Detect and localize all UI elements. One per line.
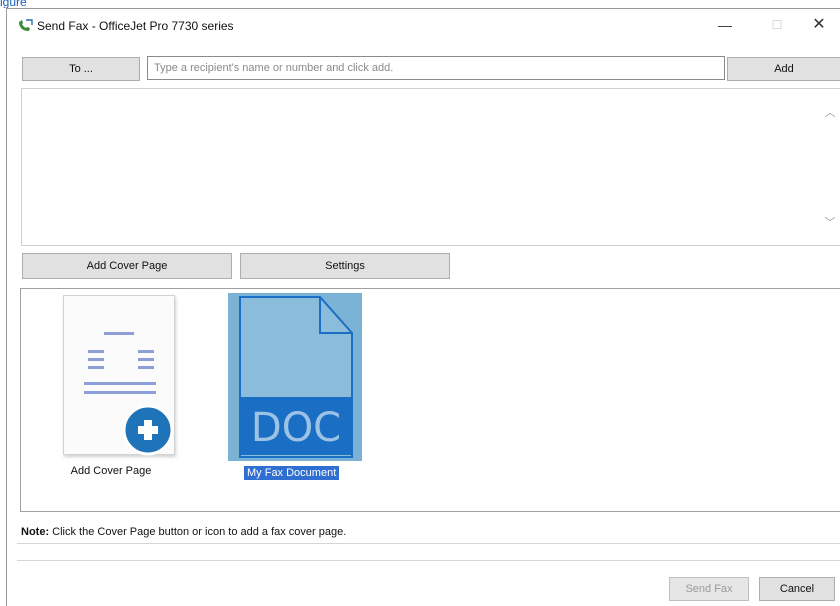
cover-page-add-icon <box>84 332 174 456</box>
add-recipient-button[interactable]: Add <box>727 57 840 81</box>
documents-panel: Add Cover Page DOC My Fax Document <box>20 288 840 512</box>
add-cover-page-button[interactable]: Add Cover Page <box>22 253 232 279</box>
cancel-button[interactable]: Cancel <box>759 577 835 601</box>
doc-file-icon: DOC <box>239 296 353 458</box>
cover-page-caption: Add Cover Page <box>70 465 152 477</box>
add-cover-page-item[interactable]: Add Cover Page <box>41 295 181 485</box>
divider <box>17 560 840 561</box>
maximize-button[interactable]: ☐ <box>755 13 799 39</box>
background-caption-fragment: igure <box>0 0 840 8</box>
scroll-down-chevron-icon[interactable]: ﹀ <box>824 217 836 229</box>
fax-document-item[interactable]: DOC My Fax Document <box>226 293 374 489</box>
document-thumbnail[interactable]: DOC <box>228 293 362 461</box>
document-caption: My Fax Document <box>244 466 340 480</box>
settings-button[interactable]: Settings <box>240 253 450 279</box>
cover-page-thumbnail[interactable] <box>63 295 175 456</box>
note-text: Click the Cover Page button or icon to a… <box>49 526 347 538</box>
recipient-input[interactable] <box>147 56 725 80</box>
scroll-up-chevron-icon[interactable]: ︿ <box>824 107 836 119</box>
minimize-button[interactable]: — <box>703 13 747 39</box>
recipient-list[interactable]: ︿ ﹀ <box>21 88 840 246</box>
cover-page-note: Note: Click the Cover Page button or ico… <box>21 526 346 538</box>
divider <box>17 543 840 544</box>
window-title: Send Fax - OfficeJet Pro 7730 series <box>37 19 234 33</box>
close-button[interactable]: ✕ <box>797 13 840 39</box>
to-button[interactable]: To ... <box>22 57 140 81</box>
note-prefix: Note: <box>21 526 50 538</box>
title-bar[interactable]: Send Fax - OfficeJet Pro 7730 series — ☐… <box>7 9 840 41</box>
caption-fragment-text: igure <box>0 0 27 8</box>
send-fax-button[interactable]: Send Fax <box>669 577 749 601</box>
fax-app-icon <box>19 19 33 31</box>
doc-badge-text: DOC <box>251 405 341 451</box>
send-fax-window: Send Fax - OfficeJet Pro 7730 series — ☐… <box>6 8 840 606</box>
